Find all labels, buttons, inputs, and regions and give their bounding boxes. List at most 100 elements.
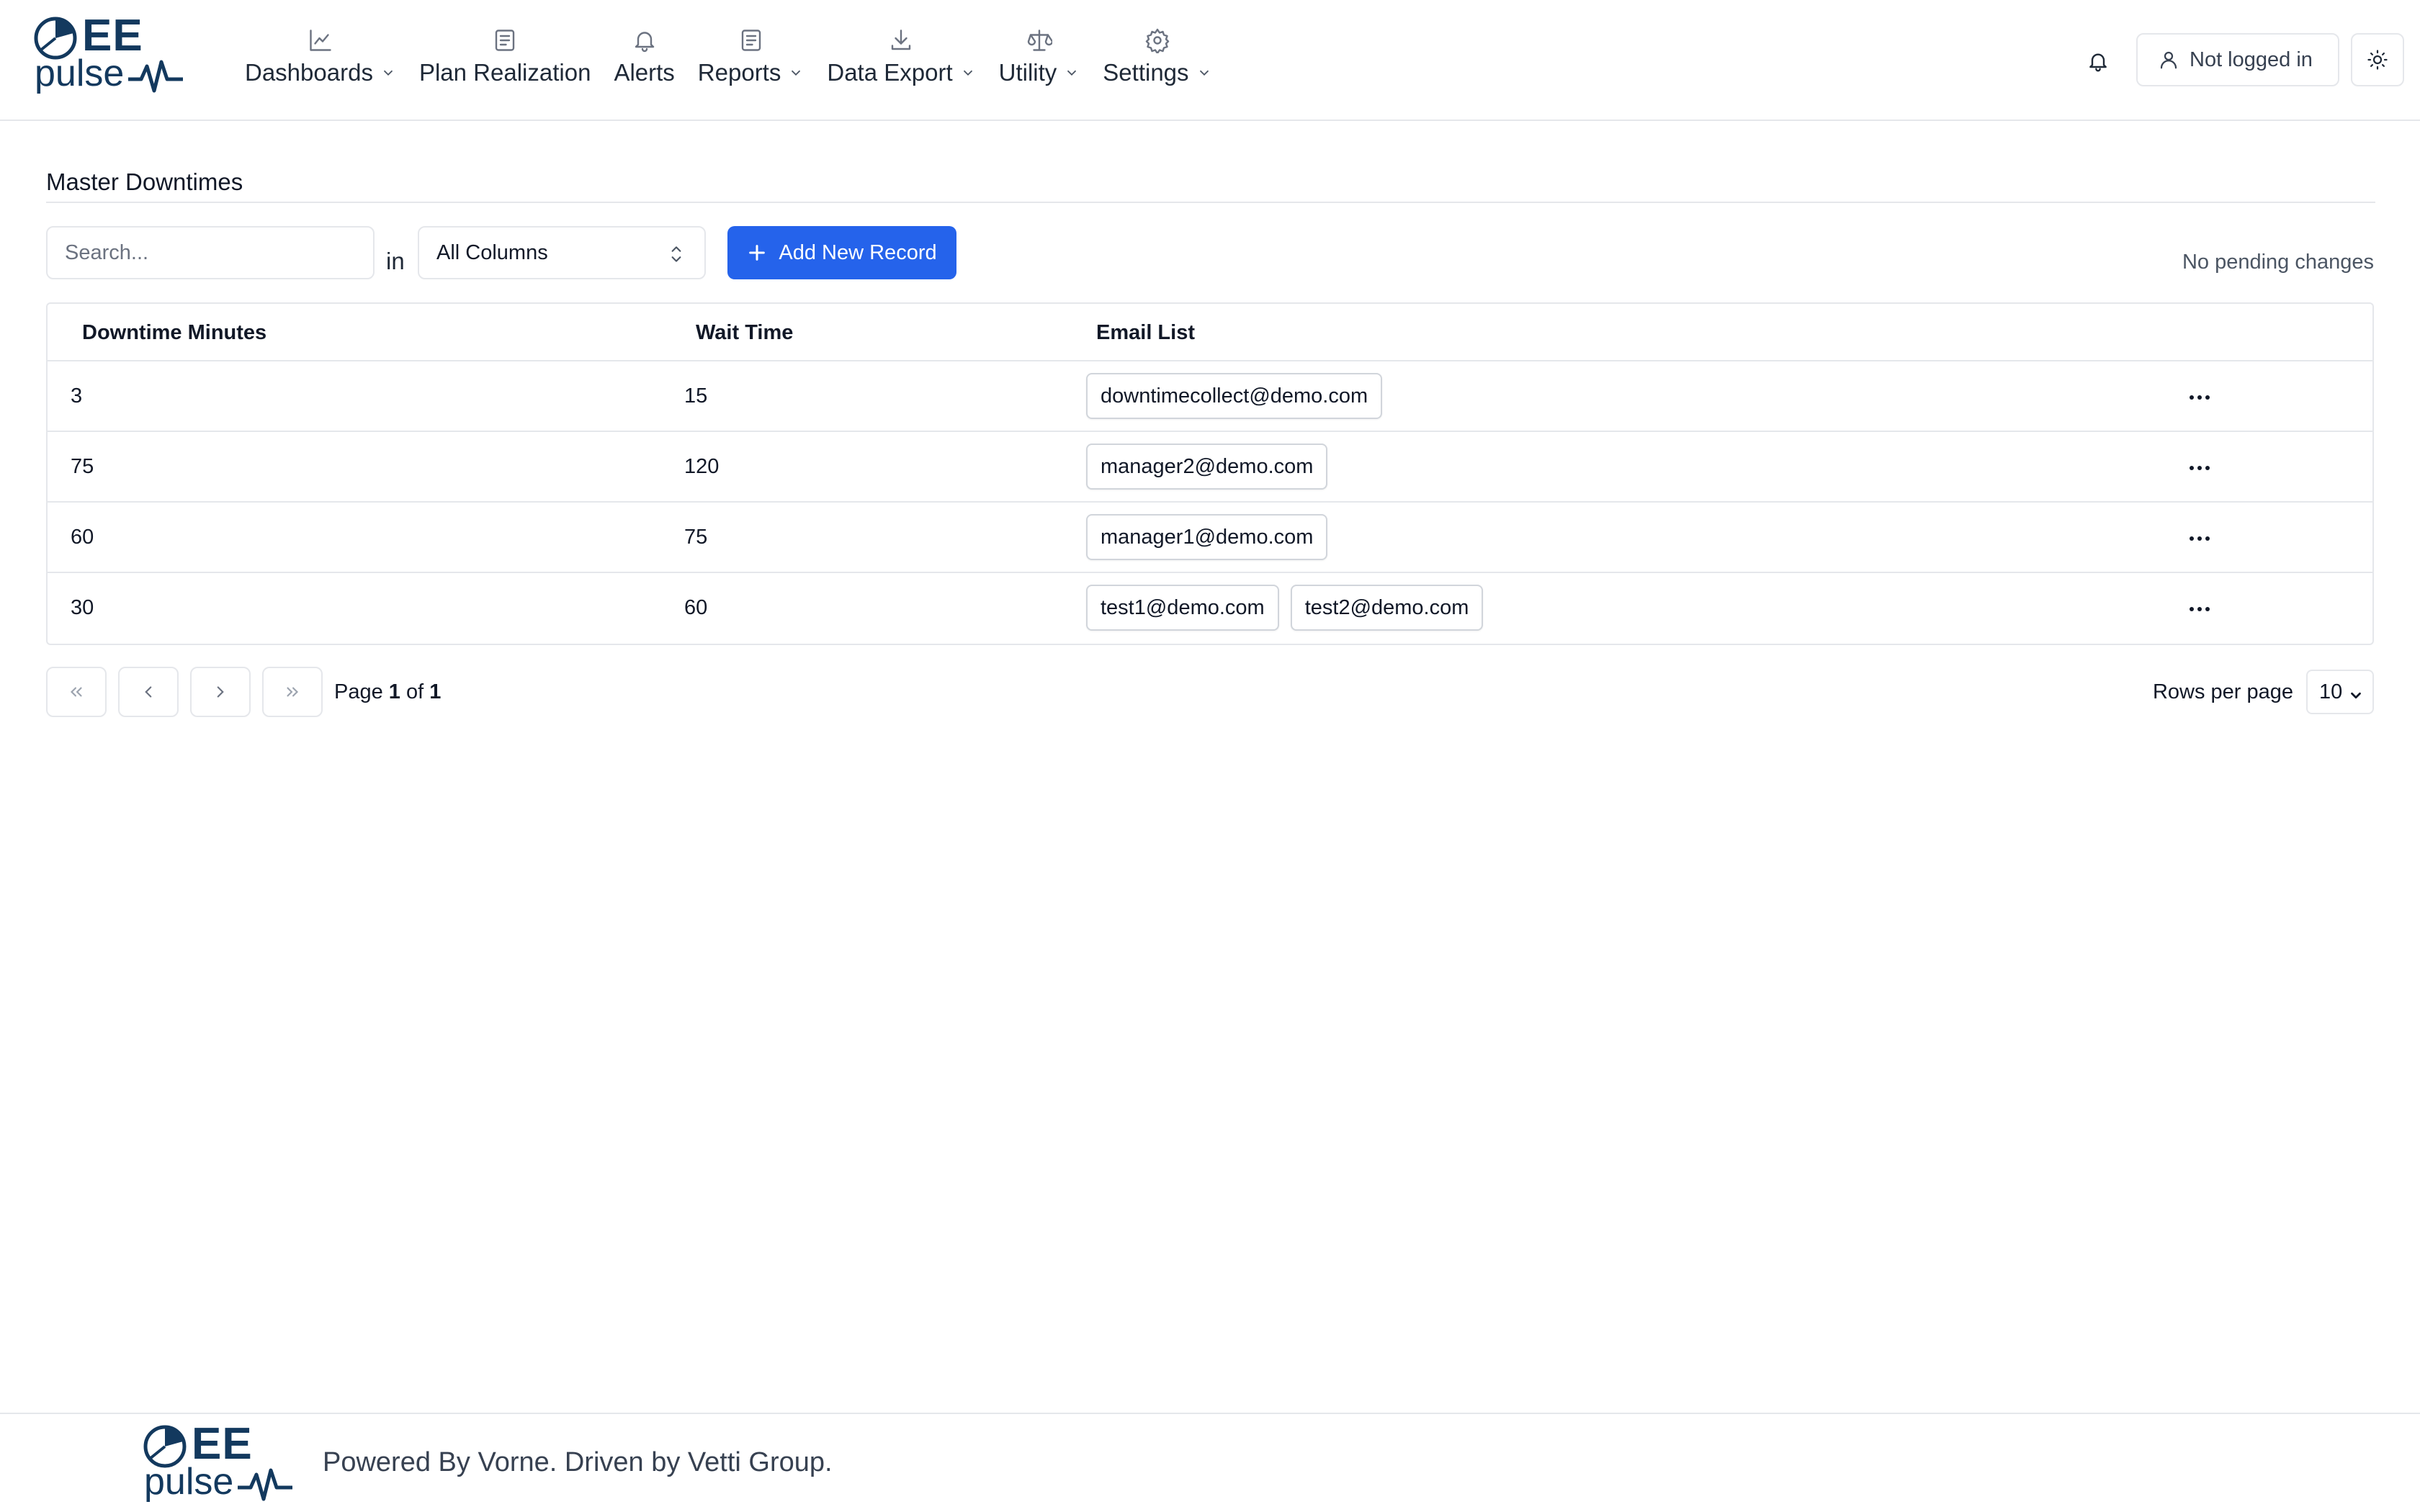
nav-plan-realization-label: Plan Realization xyxy=(418,59,591,86)
chevrons-left-icon xyxy=(70,687,82,697)
email-chip[interactable]: manager1@demo.com xyxy=(1086,514,1328,560)
chevron-down-icon xyxy=(1196,65,1212,81)
total-pages: 1 xyxy=(429,680,442,703)
scale-icon xyxy=(1026,24,1052,56)
nav-plan-realization[interactable]: Plan Realization xyxy=(419,24,591,96)
pending-changes-status: No pending changes xyxy=(2182,251,2374,274)
rows-per-page-select[interactable]: 10 xyxy=(2306,670,2374,714)
page-word: Page xyxy=(334,680,383,703)
downtime-minutes-cell: 60 xyxy=(71,526,94,549)
add-new-record-label: Add New Record xyxy=(779,240,937,264)
nav-reports-label: Reports xyxy=(697,59,781,86)
previous-page-button[interactable] xyxy=(118,667,179,717)
first-page-button[interactable] xyxy=(46,667,107,717)
email-list-cell: manager2@demo.com xyxy=(1086,444,1339,490)
email-list-cell: manager1@demo.com xyxy=(1086,514,1339,560)
sun-icon xyxy=(2367,50,2388,70)
nav-data-export-label: Data Export xyxy=(827,59,953,86)
row-actions-button[interactable] xyxy=(2184,452,2215,484)
wait-time-cell: 60 xyxy=(684,596,708,619)
column-header-wait-time[interactable]: Wait Time xyxy=(696,321,793,345)
logo-heartbeat-icon xyxy=(128,60,183,93)
table-row[interactable]: 30 60 test1@demo.com test2@demo.com xyxy=(48,573,2372,644)
bell-icon xyxy=(632,24,658,56)
chevron-down-icon xyxy=(380,65,396,81)
column-header-email-list[interactable]: Email List xyxy=(1096,321,1195,345)
email-list-cell: downtimecollect@demo.com xyxy=(1086,373,1394,419)
logo-pulse-text: pulse xyxy=(144,1461,234,1503)
chevron-down-icon xyxy=(960,65,976,81)
nav-dashboards[interactable]: Dashboards xyxy=(245,24,396,96)
wait-time-cell: 15 xyxy=(684,384,708,408)
table-row[interactable]: 60 75 manager1@demo.com xyxy=(48,503,2372,573)
plus-icon xyxy=(749,245,766,261)
main-nav: Dashboards Plan Realization Alerts Repor… xyxy=(245,24,1235,96)
ellipsis-icon xyxy=(2190,395,2210,400)
column-select-value: All Columns xyxy=(436,240,548,264)
logo-heartbeat-icon xyxy=(238,1468,292,1501)
table-header: Downtime Minutes Wait Time Email List xyxy=(48,304,2372,361)
theme-toggle-button[interactable] xyxy=(2351,33,2404,86)
title-divider xyxy=(46,202,2375,203)
rows-per-page-value: 10 xyxy=(2319,680,2343,703)
downtime-minutes-cell: 3 xyxy=(71,384,83,408)
notifications-button[interactable] xyxy=(2080,43,2116,79)
downtimes-table: Downtime Minutes Wait Time Email List 3 … xyxy=(46,302,2374,645)
footer-credit-text: Powered By Vorne. Driven by Vetti Group. xyxy=(323,1447,833,1477)
pagination-controls: Page 1 of 1 xyxy=(46,667,441,717)
next-page-button[interactable] xyxy=(190,667,251,717)
ellipsis-icon xyxy=(2190,607,2210,611)
search-in-label: in xyxy=(386,248,405,274)
email-chip[interactable]: manager2@demo.com xyxy=(1086,444,1328,490)
nav-settings[interactable]: Settings xyxy=(1103,24,1211,96)
document-icon xyxy=(738,24,764,56)
footer: EE pulse Powered By Vorne. Driven by Vet… xyxy=(0,1413,2420,1512)
download-icon xyxy=(888,24,914,56)
ellipsis-icon xyxy=(2190,536,2210,541)
search-input[interactable] xyxy=(46,226,375,279)
column-header-downtime-minutes[interactable]: Downtime Minutes xyxy=(82,321,266,345)
row-actions-button[interactable] xyxy=(2184,523,2215,554)
ellipsis-icon xyxy=(2190,466,2210,470)
email-chip[interactable]: downtimecollect@demo.com xyxy=(1086,373,1383,419)
nav-alerts-label: Alerts xyxy=(614,59,675,86)
app-logo[interactable]: EE pulse xyxy=(29,10,187,96)
downtime-minutes-cell: 30 xyxy=(71,596,94,619)
logo-pulse-text: pulse xyxy=(35,53,125,94)
user-menu-button[interactable]: Not logged in xyxy=(2136,33,2339,86)
bell-icon xyxy=(2089,53,2107,72)
chevron-up-down-icon xyxy=(667,243,686,269)
email-chip[interactable]: test1@demo.com xyxy=(1086,585,1279,631)
chevron-down-icon xyxy=(1064,65,1080,81)
nav-reports[interactable]: Reports xyxy=(698,24,805,96)
table-row[interactable]: 3 15 downtimecollect@demo.com xyxy=(48,361,2372,432)
page-indicator: Page 1 of 1 xyxy=(334,680,441,704)
row-actions-button[interactable] xyxy=(2184,593,2215,625)
nav-dashboards-label: Dashboards xyxy=(245,59,373,86)
chevron-down-icon xyxy=(2348,685,2364,709)
last-page-button[interactable] xyxy=(262,667,323,717)
email-list-cell: test1@demo.com test2@demo.com xyxy=(1086,585,1494,631)
nav-data-export[interactable]: Data Export xyxy=(827,24,975,96)
gear-icon xyxy=(1144,24,1170,56)
document-icon xyxy=(492,24,518,56)
rows-per-page-label: Rows per page xyxy=(2152,680,2293,703)
rows-per-page-control: Rows per page 10 xyxy=(2153,670,2374,714)
nav-settings-label: Settings xyxy=(1103,59,1189,86)
table-row[interactable]: 75 120 manager2@demo.com xyxy=(48,432,2372,503)
add-new-record-button[interactable]: Add New Record xyxy=(727,226,956,279)
chevron-left-icon xyxy=(145,686,152,698)
nav-utility-label: Utility xyxy=(998,59,1057,86)
nav-alerts[interactable]: Alerts xyxy=(614,24,675,96)
row-actions-button[interactable] xyxy=(2184,382,2215,413)
wait-time-cell: 120 xyxy=(684,455,720,478)
email-chip[interactable]: test2@demo.com xyxy=(1290,585,1484,631)
chevron-down-icon xyxy=(788,65,804,81)
current-page: 1 xyxy=(388,680,400,703)
top-navbar: EE pulse Dashboards Plan Realization Ale… xyxy=(0,0,2420,121)
column-select[interactable]: All Columns xyxy=(418,226,706,279)
chevron-right-icon xyxy=(217,686,224,698)
nav-utility[interactable]: Utility xyxy=(999,24,1080,96)
chevrons-right-icon xyxy=(287,687,299,697)
chart-line-icon xyxy=(308,24,333,56)
